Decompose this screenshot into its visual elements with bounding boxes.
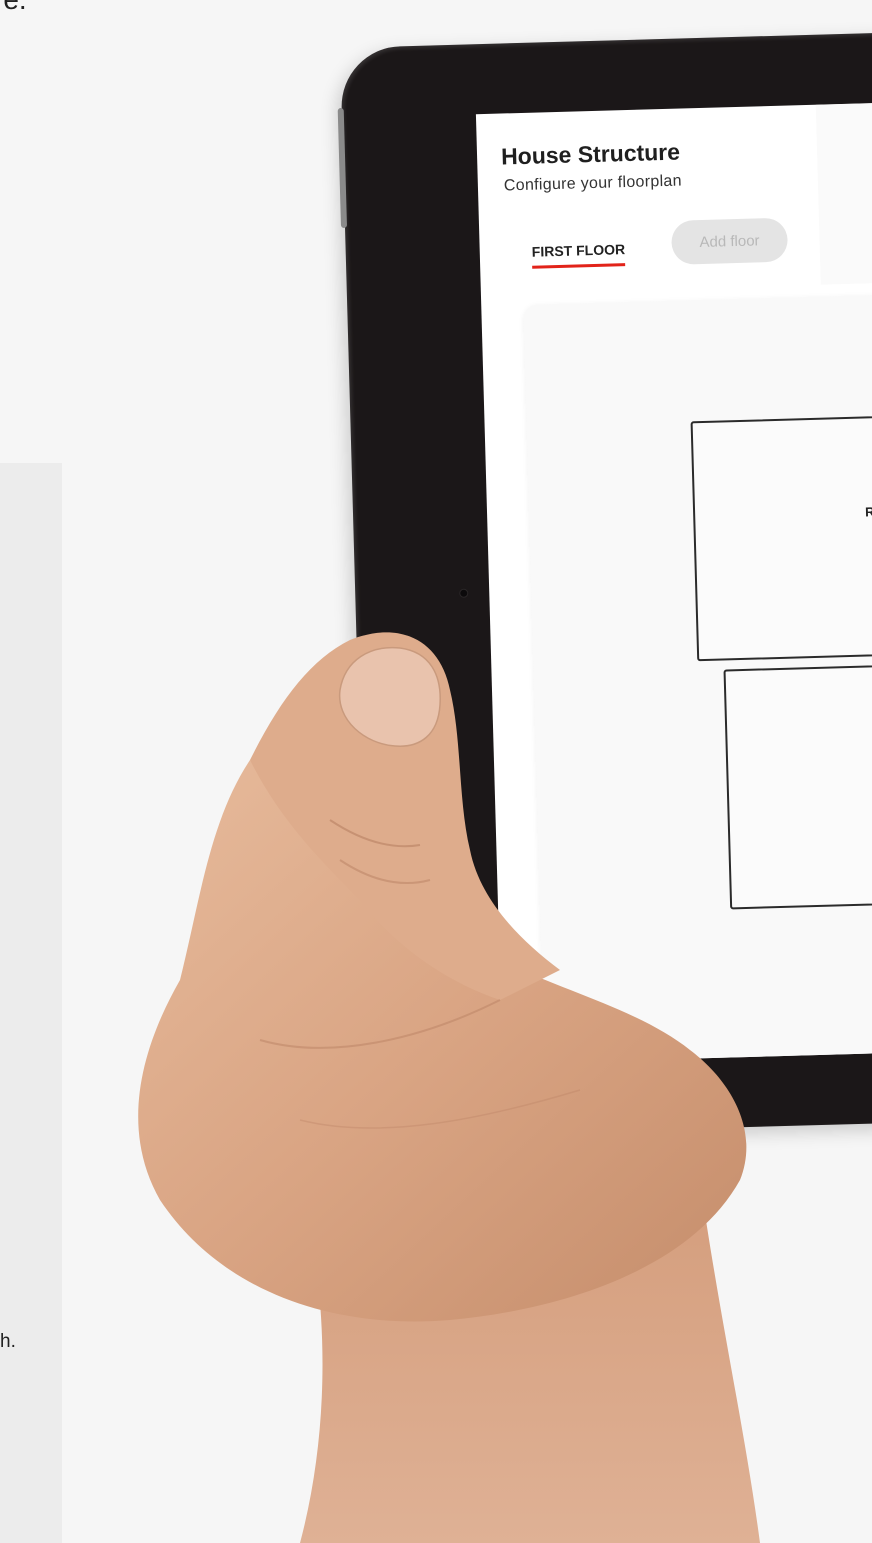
- page-title: House Structure: [500, 138, 681, 170]
- tablet-device: House Structure Configure your floorplan…: [337, 30, 872, 1138]
- photo-stage: re. h. House Structure Configure your fl…: [0, 0, 872, 1543]
- tab-first-floor[interactable]: FIRST FLOOR: [531, 241, 626, 269]
- header-right-pane: [815, 99, 872, 285]
- add-floor-button[interactable]: Add floor: [670, 217, 789, 265]
- tablet-screen: House Structure Configure your floorplan…: [475, 99, 872, 1064]
- cropped-body-text: h.: [0, 1331, 16, 1352]
- cropped-heading-text: re.: [0, 0, 27, 16]
- room-name: Ro: [864, 504, 872, 520]
- tablet-side-edge: [337, 107, 348, 229]
- floorplan-canvas: Ro 7r: [523, 290, 872, 1064]
- room-tile[interactable]: Ro 7r: [690, 411, 872, 662]
- forearm-shape: [300, 1180, 760, 1543]
- room-tile[interactable]: [723, 660, 872, 910]
- side-text-panel: h.: [0, 463, 62, 1543]
- front-camera: [459, 588, 469, 598]
- page-subtitle: Configure your floorplan: [503, 172, 683, 195]
